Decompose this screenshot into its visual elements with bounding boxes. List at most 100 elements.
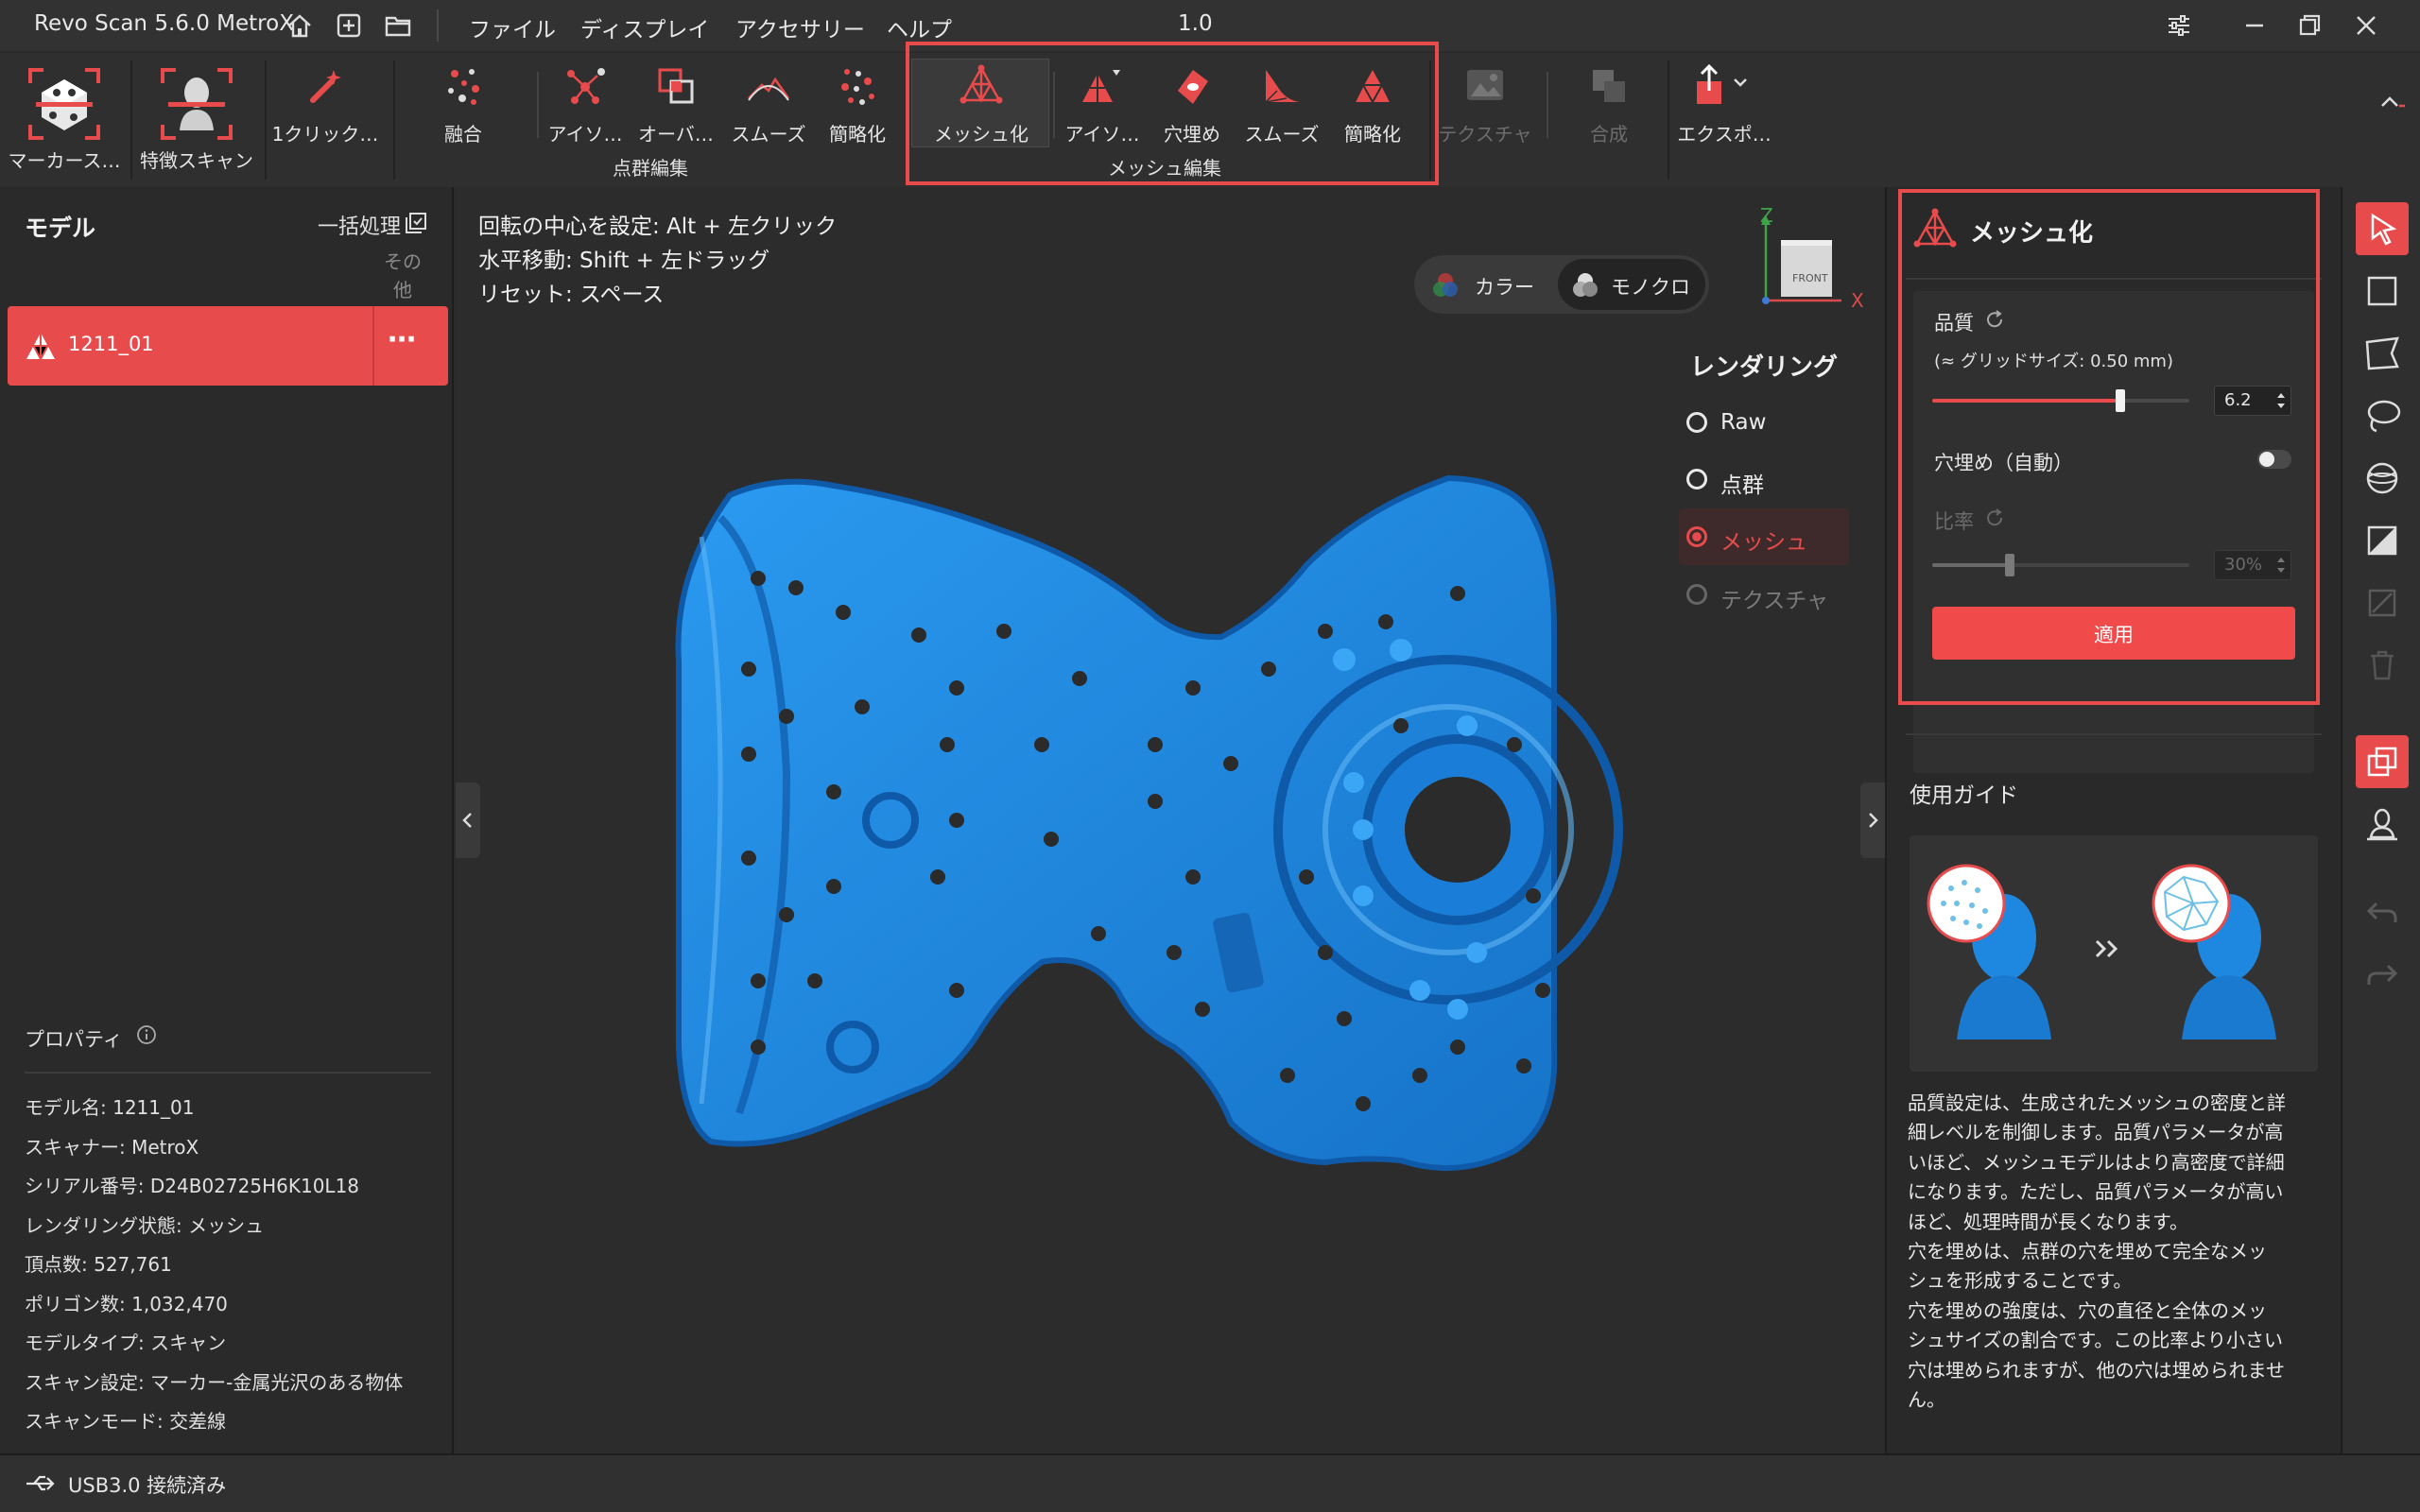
property-row: レンダリング状態: メッシュ	[25, 1213, 265, 1237]
usb-icon	[26, 1475, 55, 1491]
overlap-label: オーバ…	[638, 123, 714, 146]
overlap-button[interactable]: オーバ…	[631, 62, 720, 146]
new-project-icon[interactable]	[335, 11, 363, 40]
collapse-toolbar-icon[interactable]	[2378, 93, 2407, 112]
render-option-raw[interactable]: Raw	[1679, 401, 1849, 448]
property-row: スキャナー: MetroX	[25, 1135, 199, 1159]
guide-line: ん。	[1908, 1388, 1945, 1412]
magic-wand-icon	[310, 70, 341, 103]
render-option-texture[interactable]: テクスチャ	[1679, 573, 1849, 620]
maximize-icon[interactable]	[2295, 11, 2324, 40]
isolate-button[interactable]: アイソ…	[543, 62, 628, 146]
rect-select-button[interactable]	[2356, 265, 2409, 318]
menu-file[interactable]: ファイル	[469, 11, 556, 43]
render-option-mesh[interactable]: メッシュ	[1679, 508, 1849, 565]
compose-icon	[1593, 70, 1625, 102]
minimize-icon[interactable]	[2240, 11, 2269, 40]
connection-status: USB3.0 接続済み	[68, 1474, 227, 1497]
mesh-edit-highlight	[906, 42, 1439, 185]
model-list-item[interactable]: 1211_01 ⋯	[8, 306, 448, 386]
mono-mode-button[interactable]: モノクロ	[1558, 259, 1705, 310]
guide-line: シュサイズの割合です。この比率より小さい	[1908, 1329, 2283, 1352]
menu-accessory[interactable]: アクセサリー	[735, 11, 865, 43]
deselect-button[interactable]	[2356, 576, 2409, 629]
undo-icon	[2366, 902, 2397, 922]
invert-select-button[interactable]	[2356, 514, 2409, 567]
guide-line: 細レベルを制御します。品質パラメータが高	[1908, 1121, 2284, 1144]
collapse-left-panel-button[interactable]	[456, 782, 480, 858]
hint-pan: 水平移動: Shift + 左ドラッグ	[478, 249, 770, 273]
color-icon	[1433, 273, 1458, 297]
settings-sliders-icon[interactable]	[2165, 11, 2193, 40]
lasso-select-button[interactable]	[2356, 389, 2409, 442]
guide-line: ほど、処理時間が長くなります。	[1908, 1210, 2188, 1233]
sphere-select-button[interactable]	[2356, 452, 2409, 505]
model-name: 1211_01	[68, 333, 154, 355]
overlap-icon	[658, 68, 694, 104]
collapse-right-panel-button[interactable]	[1860, 782, 1885, 858]
texture-button[interactable]: テクスチャ	[1433, 62, 1537, 146]
render-mesh-label: メッシュ	[1720, 530, 1807, 555]
export-label: エクスポ…	[1677, 123, 1772, 146]
pointer-tool-button[interactable]	[2356, 202, 2409, 255]
feature-scan-icon	[161, 68, 233, 140]
property-row: モデル名: 1211_01	[25, 1096, 195, 1119]
usage-guide-title: 使用ガイド	[1910, 783, 2018, 808]
merge-button[interactable]: 融合	[416, 62, 510, 146]
isolate-icon	[567, 68, 605, 104]
marker-scan-label: マーカース…	[8, 149, 121, 172]
export-button[interactable]: エクスポ…	[1671, 62, 1777, 146]
meshing-panel-highlight	[1898, 189, 2320, 705]
info-icon[interactable]	[136, 1024, 157, 1045]
home-icon[interactable]	[285, 11, 314, 40]
color-mode-button[interactable]: カラー	[1418, 259, 1560, 310]
guide-line: 穴を埋めの強度は、穴の直径と全体のメッ	[1908, 1298, 2267, 1322]
smooth-icon	[748, 77, 790, 101]
redo-icon	[2367, 964, 2398, 985]
close-icon[interactable]	[2352, 11, 2380, 40]
menu-display[interactable]: ディスプレイ	[580, 11, 709, 43]
isolate-label: アイソ…	[547, 123, 623, 146]
lasso-icon	[2367, 400, 2401, 433]
menu-help[interactable]: ヘルプ	[887, 11, 952, 43]
guide-line: になります。ただし、品質パラメータが高い	[1908, 1180, 2284, 1204]
render-raw-label: Raw	[1720, 410, 1767, 435]
rendering-title: レンダリング	[1690, 353, 1839, 382]
marker-scan-button[interactable]: マーカース…	[6, 66, 123, 173]
3d-viewport[interactable]: 回転の中心を設定: Alt + 左クリック 水平移動: Shift + 左ドラッ…	[456, 187, 1885, 1453]
scanned-mesh-model[interactable]	[645, 461, 1685, 1189]
one-click-label: 1クリック…	[271, 123, 379, 146]
compose-label: 合成	[1590, 123, 1628, 146]
compose-button[interactable]: 合成	[1564, 62, 1654, 146]
guide-line: 穴は埋められますが、他の穴は埋められませ	[1908, 1358, 2285, 1382]
redo-button[interactable]	[2356, 949, 2409, 1002]
export-icon	[1697, 63, 1747, 104]
render-option-point-cloud[interactable]: 点群	[1679, 457, 1849, 505]
guide-line: いほど、メッシュモデルはより高密度で詳細	[1908, 1150, 2285, 1174]
texture-label: テクスチャ	[1438, 123, 1532, 146]
simplify-icon	[841, 69, 874, 105]
polygon-select-icon	[2365, 336, 2399, 370]
navigation-hints: 回転の中心を設定: Alt + 左クリック 水平移動: Shift + 左ドラッ…	[478, 210, 837, 312]
delete-selection-button[interactable]	[2356, 639, 2409, 692]
mesh-model-icon	[26, 333, 55, 361]
one-click-button[interactable]: 1クリック…	[268, 62, 382, 146]
batch-process-icon[interactable]	[405, 212, 427, 234]
property-row: ポリゴン数: 1,032,470	[25, 1292, 228, 1315]
bust-icon	[2367, 808, 2397, 841]
open-folder-icon[interactable]	[384, 11, 412, 40]
usage-guide-illustration	[1910, 835, 2318, 1072]
bust-view-button[interactable]	[2356, 798, 2409, 850]
polygon-select-button[interactable]	[2356, 327, 2409, 380]
simplify-button[interactable]: 簡略化	[815, 62, 900, 146]
other-label[interactable]: その他	[384, 248, 422, 304]
point-cloud-edit-group-label: 点群編集	[613, 157, 688, 180]
feature-scan-button[interactable]: 特徴スキャン	[136, 66, 257, 173]
smooth-button[interactable]: スムーズ	[724, 62, 813, 146]
batch-process-button[interactable]: 一括処理	[318, 210, 401, 240]
model-more-button[interactable]: ⋯	[388, 323, 416, 356]
hint-rotate: 回転の中心を設定: Alt + 左クリック	[478, 215, 838, 239]
selection-tool-strip	[2341, 187, 2420, 1453]
undo-button[interactable]	[2356, 886, 2409, 939]
copy-selection-button[interactable]	[2356, 735, 2409, 788]
